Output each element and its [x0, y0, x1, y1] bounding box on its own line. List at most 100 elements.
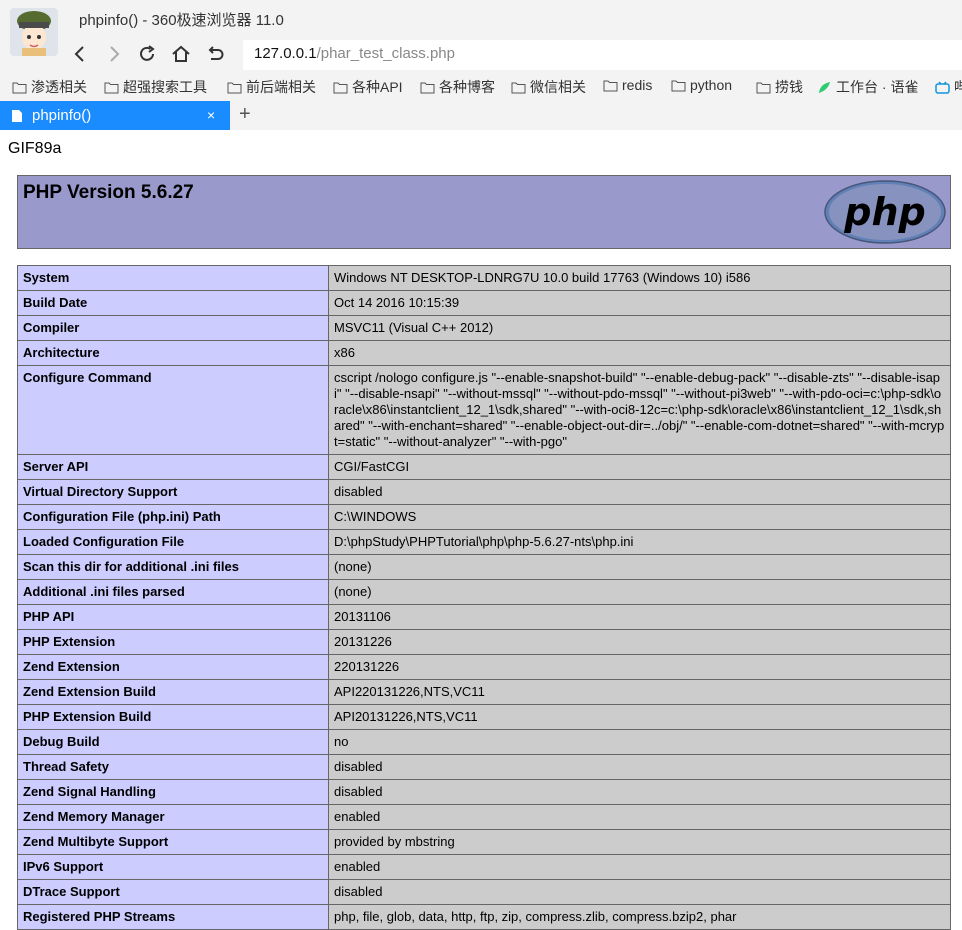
folder-icon — [511, 82, 526, 93]
info-label: Zend Memory Manager — [17, 804, 329, 830]
info-row: Loaded Configuration File D:\phpStudy\PHP… — [17, 529, 951, 555]
address-host: 127.0.0.1 — [254, 45, 317, 62]
bookmark-label: 超强搜索工具 — [123, 79, 207, 95]
folder-icon — [333, 82, 348, 93]
folder-icon — [227, 82, 242, 93]
bookmark-folder[interactable]: 前后端相关 — [227, 77, 316, 97]
home-icon — [172, 45, 190, 62]
info-label: IPv6 Support — [17, 854, 329, 880]
bookmark-folder[interactable]: 各种博客 — [420, 77, 495, 97]
new-tab-button[interactable]: + — [239, 103, 251, 126]
folder-icon — [603, 80, 618, 91]
info-row: Zend Extension 220131226 — [17, 654, 951, 680]
bookmark-folder[interactable]: 捞钱 — [756, 77, 803, 97]
address-text: 127.0.0.1/phar_test_class.php — [254, 45, 455, 62]
info-row: IPv6 Support enabled — [17, 854, 951, 880]
bookmark-folder[interactable]: 微信相关 — [511, 77, 586, 97]
info-row: Server API CGI/FastCGI — [17, 454, 951, 480]
info-row: Scan this dir for additional .ini files(… — [17, 554, 951, 580]
info-value: enabled — [328, 854, 951, 880]
info-row: Registered PHP Streams php, file, glob, d… — [17, 904, 951, 930]
home-button[interactable] — [168, 41, 194, 67]
info-value: php, file, glob, data, http, ftp, zip, c… — [328, 904, 951, 930]
bookmark-folder[interactable]: 超强搜索工具 — [104, 77, 207, 97]
info-label: PHP Extension Build — [17, 704, 329, 730]
info-label: Thread Safety — [17, 754, 329, 780]
folder-icon — [12, 82, 27, 93]
bookmark-label: 各种博客 — [439, 79, 495, 95]
undo-icon — [208, 46, 224, 60]
info-value: C:\WINDOWS — [328, 504, 951, 530]
bookmark-folder[interactable]: redis — [603, 77, 652, 93]
bookmark-folder[interactable]: 各种API — [333, 77, 403, 97]
info-value: disabled — [328, 754, 951, 780]
bookmark-folder[interactable]: 渗透相关 — [12, 77, 87, 97]
info-value: MSVC11 (Visual C++ 2012) — [328, 315, 951, 341]
bookmark-folder[interactable]: python — [671, 77, 732, 93]
info-value: 20131106 — [328, 604, 951, 630]
reload-button[interactable] — [134, 41, 160, 67]
page-title: PHP Version 5.6.27 — [23, 182, 194, 203]
folder-icon — [671, 80, 686, 91]
info-row: Zend Extension Build API220131226,NTS,VC1… — [17, 679, 951, 705]
page-icon — [12, 110, 22, 122]
info-row: Thread Safety disabled — [17, 754, 951, 780]
info-value: D:\phpStudy\PHPTutorial\php\php-5.6.27-n… — [328, 529, 951, 555]
info-label: Virtual Directory Support — [17, 479, 329, 505]
info-label: Zend Multibyte Support — [17, 829, 329, 855]
info-value: disabled — [328, 779, 951, 805]
info-value: API20131226,NTS,VC11 — [328, 704, 951, 730]
browser-chrome: phpinfo() - 360极速浏览器 11.0 127.0.0.1/phar… — [0, 0, 962, 130]
window-title: phpinfo() - 360极速浏览器 11.0 — [79, 12, 284, 29]
info-label: Zend Signal Handling — [17, 779, 329, 805]
bookmark-label: 工作台 · 语雀 — [836, 79, 919, 95]
info-label: PHP API — [17, 604, 329, 630]
tab-phpinfo[interactable]: phpinfo() × — [0, 101, 230, 130]
bookmark-label: 渗透相关 — [31, 79, 87, 95]
reload-icon — [140, 45, 155, 61]
info-row: DTrace Support disabled — [17, 879, 951, 905]
folder-icon — [756, 82, 771, 93]
info-label: Debug Build — [17, 729, 329, 755]
tab-close-icon[interactable]: × — [207, 107, 215, 123]
info-row: Zend Multibyte Support provided by mbstri… — [17, 829, 951, 855]
undo-close-tab-button[interactable] — [202, 41, 228, 67]
bookmarks-bar: 渗透相关 超强搜索工具 前后端相关 各种API 各种博客 微信相关 redis … — [0, 74, 962, 98]
bookmark-link[interactable]: 哔 — [935, 77, 962, 97]
info-value: disabled — [328, 879, 951, 905]
info-row: Zend Memory Manager enabled — [17, 804, 951, 830]
user-avatar[interactable] — [10, 8, 58, 56]
info-row: Virtual Directory Support disabled — [17, 479, 951, 505]
yuque-icon — [819, 81, 830, 93]
info-label: Configure Command — [17, 365, 329, 455]
info-row: PHP Extension 20131226 — [17, 629, 951, 655]
info-label: Server API — [17, 454, 329, 480]
info-value: 20131226 — [328, 629, 951, 655]
forward-button[interactable] — [101, 41, 127, 67]
arrow-right-icon — [110, 46, 120, 62]
info-value: 220131226 — [328, 654, 951, 680]
address-bar[interactable]: 127.0.0.1/phar_test_class.php — [243, 40, 962, 70]
info-value: (none) — [328, 554, 951, 580]
bookmark-label: 各种API — [352, 79, 403, 95]
info-value: enabled — [328, 804, 951, 830]
info-row: Debug Build no — [17, 729, 951, 755]
php-logo-icon: php — [824, 180, 946, 244]
svg-text:php: php — [843, 190, 925, 234]
info-row: Compiler MSVC11 (Visual C++ 2012) — [17, 315, 951, 341]
info-label: PHP Extension — [17, 629, 329, 655]
php-logo[interactable]: php — [824, 180, 946, 249]
info-row: Configuration File (php.ini) Path C:\WIND… — [17, 504, 951, 530]
info-row: Architecture x86 — [17, 340, 951, 366]
back-button[interactable] — [67, 41, 93, 67]
info-value: Oct 14 2016 10:15:39 — [328, 290, 951, 316]
info-label: Configuration File (php.ini) Path — [17, 504, 329, 530]
folder-icon — [420, 82, 435, 93]
info-row: Configure Command cscript /nologo configu… — [17, 365, 951, 455]
info-label: Registered PHP Streams — [17, 904, 329, 930]
info-value: disabled — [328, 479, 951, 505]
info-value: x86 — [328, 340, 951, 366]
info-label: Build Date — [17, 290, 329, 316]
bookmark-link[interactable]: 工作台 · 语雀 — [817, 77, 918, 97]
bookmark-label: 前后端相关 — [246, 79, 316, 95]
